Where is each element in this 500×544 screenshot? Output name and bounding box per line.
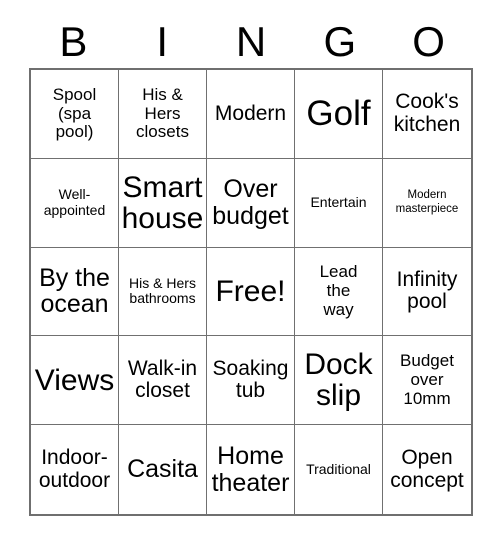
bingo-cell-i4[interactable]: Walk-in closet [119, 336, 207, 426]
bingo-cell-label: Free! [215, 274, 286, 308]
bingo-cell-n5[interactable]: Home theater [207, 425, 295, 514]
bingo-cell-label: Well- appointed [43, 185, 106, 218]
bingo-cell-b3[interactable]: By the ocean [31, 247, 119, 337]
bingo-cell-b4[interactable]: Views [31, 336, 119, 426]
bingo-cell-i5[interactable]: Casita [119, 425, 207, 514]
bingo-cell-o3[interactable]: Infinity pool [383, 247, 471, 337]
bingo-cell-label: Budget over 10mm [400, 351, 454, 408]
bingo-cell-label: Entertain [310, 193, 367, 210]
bingo-cell-o5[interactable]: Open concept [383, 425, 471, 514]
bingo-cell-b2[interactable]: Well- appointed [31, 158, 119, 248]
bingo-cell-label: Indoor- outdoor [38, 445, 111, 492]
bingo-cell-b5[interactable]: Indoor- outdoor [31, 425, 119, 514]
bingo-cell-i1[interactable]: His & Hers closets [119, 70, 207, 159]
bingo-cell-i2[interactable]: Smart house [119, 158, 207, 248]
bingo-cell-g3[interactable]: Lead the way [295, 247, 383, 337]
bingo-cell-label: Dock slip [304, 348, 373, 413]
bingo-cell-label: Modern [214, 101, 287, 125]
bingo-cell-i3[interactable]: His & Hers bathrooms [119, 247, 207, 337]
bingo-cell-label: Infinity pool [396, 267, 458, 314]
bingo-cell-o2[interactable]: Modern masterpiece [383, 158, 471, 248]
header-letter-b: B [59, 18, 88, 65]
bingo-cell-g1[interactable]: Golf [295, 70, 383, 159]
bingo-card: B I N G O Spool (spa pool) His & Hers cl… [0, 0, 500, 544]
header-letter-i: I [156, 18, 169, 65]
bingo-cell-label: Views [34, 363, 115, 397]
bingo-cell-label: Cook's kitchen [393, 90, 461, 136]
bingo-cell-label: By the ocean [39, 264, 110, 319]
bingo-cell-label: Casita [127, 455, 198, 484]
bingo-cell-label: Soaking tub [212, 356, 289, 403]
bingo-cell-g5[interactable]: Traditional [295, 425, 383, 514]
header-letter-o: O [412, 18, 445, 65]
bingo-cell-label: Open concept [390, 445, 464, 492]
bingo-cell-label: Modern masterpiece [395, 189, 459, 215]
bingo-cell-b1[interactable]: Spool (spa pool) [31, 70, 119, 159]
bingo-cell-o4[interactable]: Budget over 10mm [383, 336, 471, 426]
header-letter-n: N [235, 18, 267, 65]
bingo-cell-label: Spool (spa pool) [52, 84, 97, 142]
bingo-cell-label: Home theater [211, 442, 290, 497]
header-letter-g: G [323, 18, 357, 65]
bingo-cell-label: Smart house [121, 170, 204, 235]
bingo-cell-o1[interactable]: Cook's kitchen [383, 70, 471, 159]
bingo-cell-free-space[interactable]: Free! [207, 247, 295, 337]
bingo-cell-label: Walk-in closet [127, 356, 198, 403]
bingo-cell-g4[interactable]: Dock slip [295, 336, 383, 426]
bingo-cell-label: Lead the way [319, 262, 358, 319]
bingo-cell-g2[interactable]: Entertain [295, 158, 383, 248]
bingo-cell-label: His & Hers closets [136, 84, 189, 142]
bingo-cell-label: His & Hers bathrooms [129, 274, 196, 307]
bingo-cell-n1[interactable]: Modern [207, 70, 295, 159]
bingo-cell-label: Traditional [306, 460, 371, 477]
bingo-header-row: B I N G O [29, 17, 473, 67]
bingo-cell-label: Over budget [212, 175, 289, 230]
bingo-cell-n2[interactable]: Over budget [207, 158, 295, 248]
bingo-grid: Spool (spa pool) His & Hers closets Mode… [29, 68, 473, 516]
bingo-cell-label: Golf [306, 94, 371, 134]
bingo-cell-n4[interactable]: Soaking tub [207, 336, 295, 426]
